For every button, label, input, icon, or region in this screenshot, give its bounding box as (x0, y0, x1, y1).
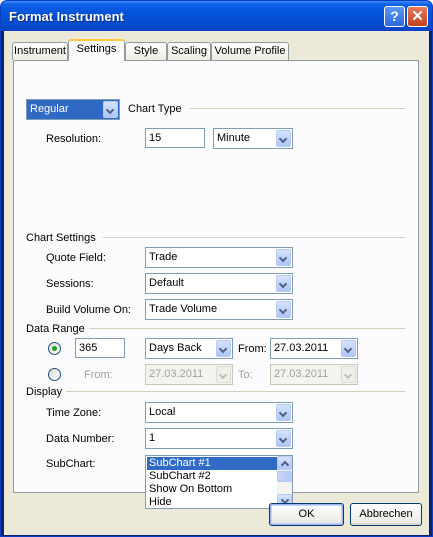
build-volume-select[interactable]: Trade Volume (145, 299, 293, 320)
tab-style[interactable]: Style (125, 42, 167, 60)
alt-from-label: From: (84, 369, 113, 381)
divider (103, 237, 405, 238)
tab-scaling[interactable]: Scaling (167, 42, 211, 60)
chevron-down-icon[interactable] (276, 404, 291, 421)
from-label: From: (238, 343, 267, 355)
chevron-down-icon[interactable] (276, 430, 291, 447)
close-icon: ✕ (411, 8, 424, 25)
settings-panel: Regular Chart Type Resolution: 15 Minute… (13, 60, 419, 509)
data-number-value: 1 (149, 432, 156, 444)
alt-from-date-picker[interactable]: 27.03.2011 (145, 364, 233, 385)
tab-instrument[interactable]: Instrument (12, 42, 68, 60)
alt-to-date-value: 27.03.2011 (274, 368, 329, 380)
ok-button[interactable]: OK (269, 503, 344, 526)
chevron-down-icon[interactable] (276, 130, 291, 147)
days-back-value: 365 (79, 342, 98, 354)
title-bar[interactable]: Format Instrument ? ✕ (1, 1, 432, 31)
chevron-down-icon[interactable] (216, 340, 231, 357)
alt-to-label: To: (238, 369, 253, 381)
dialog-client: Instrument Settings Style Scaling Volume… (4, 31, 429, 535)
time-zone-select[interactable]: Local (145, 402, 293, 423)
data-range-header: Data Range (26, 323, 85, 335)
window-title: Format Instrument (9, 9, 124, 24)
chart-type-label: Chart Type (128, 103, 182, 115)
sessions-label: Sessions: (46, 278, 94, 290)
chevron-down-icon[interactable] (103, 101, 118, 118)
list-item[interactable]: SubChart #2 (147, 470, 278, 483)
chart-type-value: Regular (30, 103, 69, 115)
help-button[interactable]: ? (384, 6, 405, 27)
chart-settings-header: Chart Settings (26, 232, 96, 244)
data-number-label: Data Number: (46, 433, 115, 445)
scroll-thumb[interactable] (277, 471, 292, 482)
dialog-window: Format Instrument ? ✕ Instrument Setting… (0, 0, 433, 537)
quote-field-label: Quote Field: (46, 252, 106, 264)
resolution-label: Resolution: (46, 133, 102, 145)
divider (89, 328, 405, 329)
chevron-down-icon[interactable] (276, 275, 291, 292)
subchart-listbox[interactable]: SubChart #1 SubChart #2 Show On Bottom H… (145, 455, 293, 509)
tab-volume-profile[interactable]: Volume Profile (211, 42, 289, 60)
scroll-up-icon[interactable] (277, 456, 292, 470)
subchart-label: SubChart: (46, 458, 96, 470)
display-header: Display (26, 386, 63, 398)
days-mode-value: Days Back (149, 342, 202, 354)
resolution-value: 15 (149, 132, 162, 144)
chevron-down-icon[interactable] (341, 366, 356, 383)
from-date-picker[interactable]: 27.03.2011 (270, 338, 358, 359)
tab-settings[interactable]: Settings (68, 39, 125, 61)
divider (190, 108, 405, 109)
resolution-unit-value: Minute (217, 132, 251, 144)
build-volume-value: Trade Volume (149, 303, 218, 315)
cancel-button[interactable]: Abbrechen (350, 503, 422, 526)
days-back-input[interactable]: 365 (75, 338, 125, 358)
resolution-input[interactable]: 15 (145, 128, 205, 148)
alt-from-date-value: 27.03.2011 (149, 368, 204, 380)
divider (66, 391, 405, 392)
quote-field-select[interactable]: Trade (145, 247, 293, 268)
alt-to-date-picker[interactable]: 27.03.2011 (270, 364, 358, 385)
chevron-down-icon[interactable] (216, 366, 231, 383)
days-back-radio[interactable] (48, 342, 61, 355)
build-volume-label: Build Volume On: (46, 304, 131, 316)
sessions-value: Default (149, 277, 184, 289)
time-zone-label: Time Zone: (46, 407, 102, 419)
list-item[interactable]: Show On Bottom (147, 483, 278, 496)
resolution-unit-select[interactable]: Minute (213, 128, 293, 149)
quote-field-value: Trade (149, 251, 178, 263)
from-date-value: 27.03.2011 (274, 342, 329, 354)
chevron-down-icon[interactable] (341, 340, 356, 357)
date-range-radio[interactable] (48, 368, 61, 381)
close-button[interactable]: ✕ (407, 6, 428, 27)
chevron-down-icon[interactable] (276, 249, 291, 266)
data-number-select[interactable]: 1 (145, 428, 293, 449)
sessions-select[interactable]: Default (145, 273, 293, 294)
question-icon: ? (390, 8, 399, 24)
time-zone-value: Local (149, 406, 176, 418)
subchart-scrollbar[interactable] (277, 456, 292, 508)
list-item[interactable]: SubChart #1 (147, 457, 278, 470)
chevron-down-icon[interactable] (276, 301, 291, 318)
days-mode-select[interactable]: Days Back (145, 338, 233, 359)
list-item[interactable]: Hide (147, 496, 278, 508)
chart-type-select[interactable]: Regular (26, 99, 120, 120)
